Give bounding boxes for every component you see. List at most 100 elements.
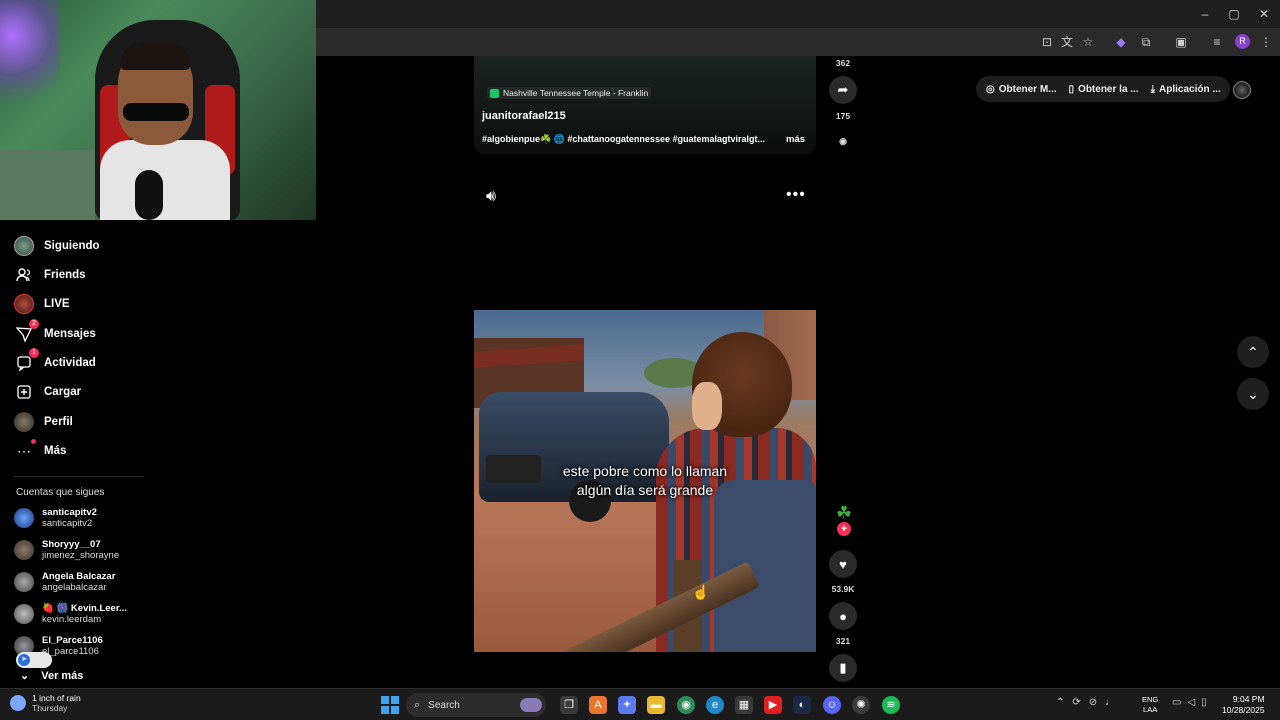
sidebar-item-label: Más — [44, 445, 67, 457]
messenger-icon: ➤ — [18, 654, 30, 666]
copilot-app-icon[interactable]: ✦ — [618, 696, 636, 714]
store-icon[interactable]: ▦ — [735, 696, 753, 714]
chrome-icon[interactable]: ◉ — [677, 696, 695, 714]
video-hashtags[interactable]: #algobienpue☘️ 🌐 #chattanoogatennessee #… — [482, 134, 782, 145]
weather-widget[interactable]: 1 inch of rain Thursday — [10, 693, 81, 713]
taskbar-search[interactable]: ⌕ Search — [406, 693, 546, 717]
bookmark-icon: ▮ — [839, 660, 847, 675]
translate-icon[interactable]: 文 — [1058, 33, 1076, 51]
sidebar-item-live[interactable]: LIVE — [14, 292, 70, 316]
account-item[interactable]: 🍓 🎆 Kevin.Leer... kevin.leerdam — [14, 601, 144, 627]
sidebar-item-friends[interactable]: Friends — [14, 263, 86, 287]
sidebar-item-label: Cargar — [44, 386, 82, 398]
following-accounts-title: Cuentas que sigues — [16, 487, 105, 498]
sidebar-item-profile[interactable]: Perfil — [14, 410, 73, 434]
tab-search-icon[interactable]: ▣ — [1172, 33, 1190, 51]
previous-video-button[interactable]: ⌃ — [1237, 336, 1269, 368]
youtube-icon[interactable]: ▶ — [764, 696, 782, 714]
app-icon-orange[interactable]: A — [589, 696, 607, 714]
account-avatar — [14, 572, 34, 592]
steam-icon[interactable]: ◐ — [793, 696, 811, 714]
sidebar-item-more[interactable]: ⋯ Más — [14, 439, 66, 463]
display-icon[interactable]: ▭ — [1172, 697, 1181, 708]
more-options-icon[interactable]: ••• — [786, 186, 806, 204]
chevron-up-icon: ⌃ — [1247, 343, 1259, 360]
extension-icon[interactable]: ◆ — [1112, 33, 1130, 51]
see-more-label: Ver más — [41, 669, 84, 682]
sidebar-item-messages[interactable]: 2 Mensajes — [14, 319, 96, 346]
system-tray: ⌃ ⟳ ⊘ ♩ — [1056, 697, 1115, 708]
sidebar-item-label: Perfil — [44, 416, 73, 428]
sidebar-item-upload[interactable]: Cargar — [14, 380, 81, 404]
task-view-icon[interactable]: ❐ — [560, 696, 578, 714]
expand-description-button[interactable]: más — [786, 134, 805, 145]
next-video-button[interactable]: ⌄ — [1237, 378, 1269, 410]
user-profile-avatar[interactable] — [1233, 81, 1251, 99]
profile-avatar — [14, 412, 34, 432]
creator-avatar[interactable]: ☘ — [833, 502, 855, 524]
follow-button[interactable]: + — [837, 522, 851, 536]
bookmark-star-icon[interactable]: ☆ — [1079, 33, 1097, 51]
floating-messenger[interactable]: ➤ — [16, 652, 52, 668]
language-indicator[interactable]: ENG LAA — [1142, 695, 1158, 715]
friends-icon — [14, 265, 34, 285]
account-item[interactable]: Angela Balcazar angelabalcazar — [14, 569, 144, 595]
sidebar-item-activity[interactable]: 1 Actividad — [14, 348, 96, 375]
account-item[interactable]: Shoryyy__07 jimenez_shorayne — [14, 537, 144, 563]
profile-avatar-icon[interactable]: R — [1235, 34, 1250, 49]
like-button[interactable]: ♥ — [829, 550, 857, 578]
caption-line: algún día será grande — [576, 482, 714, 498]
sidebar: Siguiendo Friends LIVE 2 Mensajes 1 Acti… — [0, 220, 150, 690]
video-author[interactable]: juanitorafael215 — [482, 110, 566, 122]
location-pin-icon — [490, 88, 499, 98]
puzzle-icon[interactable]: ⧉ — [1137, 33, 1155, 51]
volume-tray-icon[interactable]: ◁ — [1187, 697, 1195, 708]
music-disc-icon[interactable]: ◉ — [823, 136, 863, 147]
discord-icon[interactable]: ☺ — [823, 696, 841, 714]
bookmark-button[interactable]: ▮ — [829, 654, 857, 682]
location-label: Nashville Tennessee Temple - Franklin — [503, 88, 649, 98]
phone-icon: ▯ — [1068, 83, 1075, 95]
main-video[interactable]: este pobre como lo llaman algún día será… — [474, 310, 816, 652]
account-name: Shoryyy__07 — [42, 539, 101, 550]
media-control-icon[interactable]: ≡ — [1208, 33, 1226, 51]
network-off-icon[interactable]: ⊘ — [1089, 697, 1097, 708]
spotify-icon[interactable]: ≋ — [882, 696, 900, 714]
get-app-button[interactable]: ▯ Obtener la ... — [1069, 84, 1139, 95]
account-avatar — [14, 540, 34, 560]
rain-cloud-icon — [10, 695, 26, 711]
battery-icon[interactable]: ▯ — [1201, 697, 1207, 708]
edge-icon[interactable]: e — [706, 696, 724, 714]
account-item[interactable]: santicapitv2 santicapitv2 — [14, 505, 144, 531]
sidebar-item-following[interactable]: Siguiendo — [14, 234, 100, 258]
close-button[interactable]: ✕ — [1249, 4, 1279, 24]
share-icon: ➦ — [837, 82, 849, 97]
share-button[interactable]: ➦ — [829, 76, 857, 104]
account-avatar — [14, 604, 34, 624]
messages-icon: 2 — [14, 319, 39, 344]
account-avatar — [14, 508, 34, 528]
see-more-button[interactable]: ⌄ Ver más — [20, 669, 84, 683]
desktop-app-button[interactable]: ⤓ Aplicación ... — [1151, 84, 1221, 95]
coin-icon: ◎ — [986, 83, 995, 95]
get-coins-button[interactable]: ◎ Obtener M... — [986, 84, 1057, 95]
sidebar-item-label: Actividad — [44, 357, 96, 369]
minimize-button[interactable]: – — [1190, 4, 1220, 24]
comment-button[interactable]: ● — [829, 602, 857, 630]
microphone-icon[interactable]: ♩ — [1105, 697, 1115, 708]
previous-video[interactable]: Nashville Tennessee Temple - Franklin ju… — [474, 56, 816, 154]
location-tag[interactable]: Nashville Tennessee Temple - Franklin — [487, 87, 652, 99]
sync-icon[interactable]: ⟳ — [1072, 697, 1080, 708]
file-explorer-icon[interactable]: ▬ — [647, 696, 665, 714]
caption-line: este pobre como lo llaman — [562, 463, 728, 479]
install-icon[interactable]: ⊡ — [1038, 33, 1056, 51]
start-button[interactable] — [381, 696, 399, 714]
account-username: angelabalcazar — [42, 582, 107, 593]
show-hidden-icons[interactable]: ⌃ — [1056, 697, 1064, 708]
sidebar-item-label: Mensajes — [44, 328, 96, 340]
menu-kebab-icon[interactable]: ⋮ — [1257, 33, 1275, 51]
volume-icon[interactable]: 🔊︎ — [486, 188, 496, 206]
openai-icon[interactable]: ✺ — [852, 696, 870, 714]
clock[interactable]: 9:04 PM 10/28/2025 — [1222, 694, 1265, 716]
maximize-button[interactable]: ▢ — [1219, 4, 1249, 24]
